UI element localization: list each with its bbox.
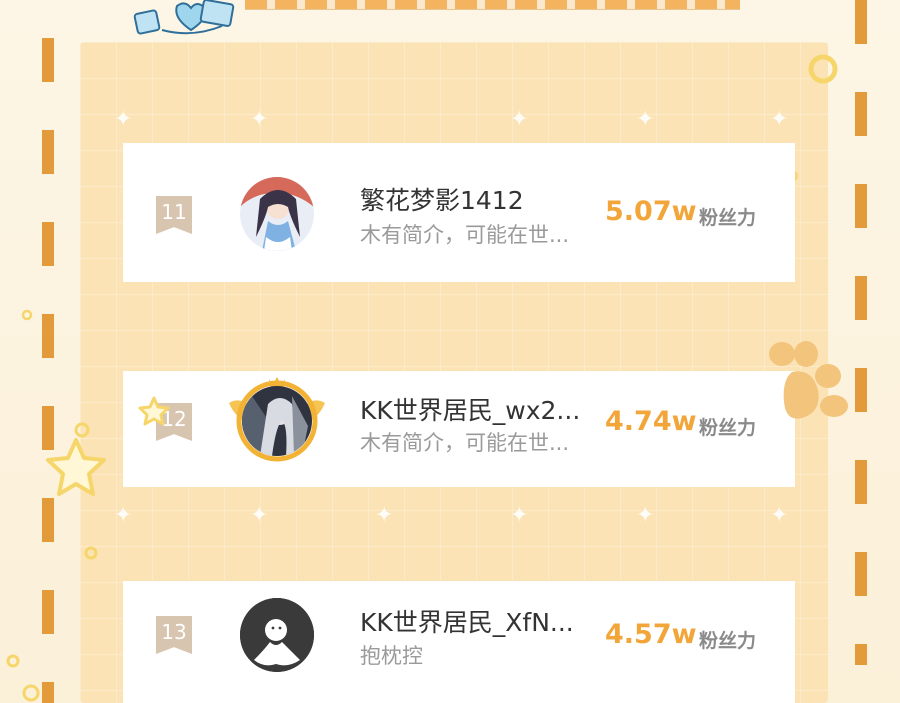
star-outline-icon — [46, 438, 106, 496]
sparkle-icon: ✦ — [375, 503, 394, 528]
dice-sticker-icon — [133, 0, 235, 35]
user-name[interactable]: 繁花梦影1412 — [360, 181, 524, 217]
sparkle-icon: ✦ — [114, 503, 133, 528]
sparkle-icon: ✦ — [250, 107, 269, 132]
circle-ring-icon — [808, 54, 838, 84]
rank-badge: 13 — [156, 616, 192, 654]
ranking-card[interactable]: 13 KK世界居民_XfN... 抱枕控 4.57w 粉丝力 — [123, 581, 795, 703]
page-background: ✦ ✦ ✦ ✦ ✦ ✦ ✦ ✦ ✦ ✦ ✦ 11 繁花梦影1412 木有简介，可… — [0, 0, 900, 703]
sparkle-icon: ✦ — [770, 503, 789, 528]
user-bio: 抱枕控 — [360, 644, 423, 668]
sparkle-icon: ✦ — [510, 107, 529, 132]
avatar[interactable] — [242, 386, 312, 456]
user-name[interactable]: KK世界居民_XfN... — [360, 603, 574, 639]
sparkle-icon: ✦ — [636, 107, 655, 132]
fan-power-label: 粉丝力 — [699, 207, 757, 229]
fan-power-label: 粉丝力 — [699, 417, 757, 439]
default-avatar-icon[interactable] — [240, 598, 314, 672]
star-outline-icon — [138, 396, 170, 426]
ranking-card[interactable]: 12 KK世界居民_wx2... 木有简介，可能在世... 4.74w 粉丝力 — [123, 371, 795, 487]
circle-ring-icon — [21, 309, 33, 321]
circle-ring-icon — [6, 654, 20, 668]
avatar[interactable] — [240, 177, 314, 251]
top-banner-strip — [245, 0, 740, 10]
circle-ring-icon — [22, 684, 40, 702]
sparkle-icon: ✦ — [636, 503, 655, 528]
sparkle-icon: ✦ — [770, 107, 789, 132]
sparkle-icon: ✦ — [114, 107, 133, 132]
fan-power-value: 4.74w — [605, 406, 697, 437]
sparkle-icon: ✦ — [250, 503, 269, 528]
sparkle-icon: ✦ — [510, 503, 529, 528]
fan-power-label: 粉丝力 — [699, 630, 757, 652]
circle-ring-icon — [74, 422, 90, 438]
left-dashed-border — [42, 38, 54, 703]
rank-badge: 11 — [156, 196, 192, 234]
user-bio: 木有简介，可能在世... — [360, 223, 570, 247]
fan-power-value: 5.07w — [605, 196, 697, 227]
user-bio: 木有简介，可能在世... — [360, 431, 570, 455]
user-name[interactable]: KK世界居民_wx2... — [360, 391, 580, 427]
paw-print-icon — [769, 341, 848, 419]
right-dashed-border — [855, 0, 867, 665]
ranking-card[interactable]: 11 繁花梦影1412 木有简介，可能在世... 5.07w 粉丝力 — [123, 143, 795, 282]
circle-ring-icon — [84, 546, 98, 560]
fan-power-value: 4.57w — [605, 619, 697, 650]
